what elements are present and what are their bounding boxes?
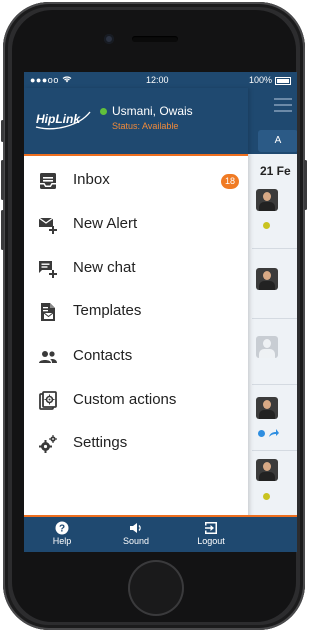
menu-item-label: New Alert: [73, 215, 138, 232]
battery-icon: [275, 76, 291, 85]
menu-item-label: Settings: [73, 434, 128, 451]
message-avatar[interactable]: [256, 268, 278, 290]
message-divider: [252, 318, 297, 319]
menu-item-label: New chat: [73, 259, 136, 276]
user-status[interactable]: Status: Available: [112, 121, 178, 131]
unread-dot: [263, 222, 270, 229]
unread-dot: [258, 430, 265, 437]
screen: A 21 Fe ●●●oo 12:00 100% HipLink Usmani,…: [24, 72, 297, 552]
menu-item-contacts[interactable]: Contacts: [24, 337, 248, 377]
custom-actions-icon: [39, 391, 57, 410]
menu-item-label: Inbox: [73, 171, 110, 188]
menu-item-settings[interactable]: Settings: [24, 424, 248, 464]
hiplink-logo: HipLink: [35, 111, 91, 130]
message-divider: [252, 248, 297, 249]
unread-count-badge: 18: [221, 174, 239, 189]
help-label: Help: [52, 536, 72, 546]
front-camera: [104, 34, 114, 44]
svg-text:HipLink: HipLink: [36, 112, 81, 126]
message-avatar[interactable]: [256, 397, 278, 419]
sound-button[interactable]: Sound: [106, 521, 166, 546]
volume-up-button: [1, 160, 4, 200]
menu-item-custom-actions[interactable]: Custom actions: [24, 381, 248, 421]
message-avatar[interactable]: [256, 189, 278, 211]
drawer-header: HipLink Usmani, Owais Status: Available: [24, 88, 248, 156]
clock: 12:00: [146, 75, 169, 85]
menu-item-templates[interactable]: Templates: [24, 292, 248, 332]
menu-item-new-chat[interactable]: New chat: [24, 249, 248, 289]
menu-item-inbox[interactable]: Inbox 18: [24, 161, 248, 201]
bottom-toolbar: ? Help Sound Logout: [24, 515, 297, 552]
menu-item-label: Custom actions: [73, 391, 177, 408]
power-button: [304, 160, 307, 210]
home-button[interactable]: [128, 560, 184, 616]
templates-icon: [41, 303, 55, 321]
signal-indicator: ●●●oo: [30, 75, 72, 85]
speaker-icon: [130, 523, 141, 533]
background-tab[interactable]: A: [258, 130, 297, 152]
unread-dot: [263, 493, 270, 500]
new-chat-icon: [39, 261, 57, 278]
wifi-icon: [62, 76, 72, 83]
svg-text:?: ?: [59, 524, 65, 535]
menu-item-new-alert[interactable]: New Alert: [24, 205, 248, 245]
battery-indicator: 100%: [249, 75, 291, 85]
forward-icon: [269, 429, 279, 437]
logout-label: Logout: [197, 536, 225, 546]
help-button[interactable]: ? Help: [32, 521, 92, 546]
inbox-icon: [40, 173, 56, 189]
logout-icon: [205, 522, 217, 534]
mute-switch: [1, 120, 4, 142]
navigation-drawer: HipLink Usmani, Owais Status: Available …: [24, 88, 248, 552]
message-divider: [252, 450, 297, 451]
new-alert-icon: [38, 217, 57, 234]
status-bar: ●●●oo 12:00 100%: [24, 72, 297, 88]
sound-label: Sound: [122, 536, 150, 546]
online-status-dot: [100, 108, 107, 116]
logout-button[interactable]: Logout: [181, 521, 241, 546]
menu-item-label: Contacts: [73, 347, 133, 364]
user-name: Usmani, Owais: [100, 104, 193, 118]
settings-icon: [39, 435, 57, 453]
message-avatar-placeholder[interactable]: [256, 336, 278, 358]
contacts-icon: [39, 351, 57, 363]
volume-down-button: [1, 210, 4, 250]
background-date-header: 21 Fe: [260, 164, 291, 178]
earpiece-speaker: [132, 36, 178, 42]
menu-item-label: Templates: [73, 302, 142, 319]
help-icon: ?: [55, 521, 69, 535]
message-avatar[interactable]: [256, 459, 278, 481]
message-divider: [252, 384, 297, 385]
